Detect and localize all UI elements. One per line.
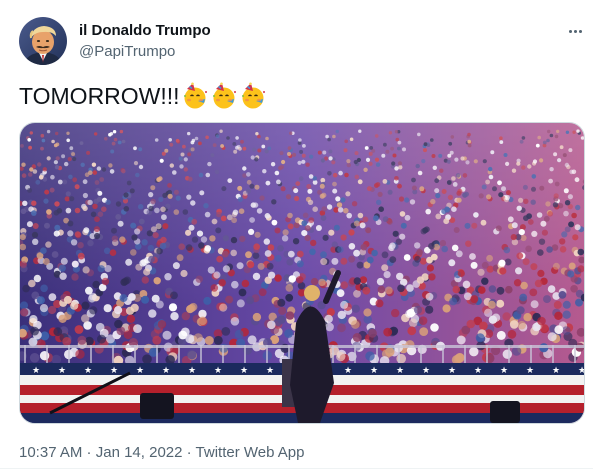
tweet-date[interactable]: Jan 14, 2022: [96, 444, 183, 461]
svg-text:★: ★: [578, 366, 585, 376]
more-horizontal-icon[interactable]: [560, 22, 590, 40]
display-name[interactable]: il Donaldo Trumpo: [79, 22, 211, 40]
more-dot: [573, 29, 577, 33]
tweet-time[interactable]: 10:37 AM: [19, 444, 82, 461]
avatar[interactable]: [19, 17, 67, 65]
svg-text:★: ★: [500, 366, 508, 376]
svg-text:★: ★: [396, 366, 404, 376]
user-names: il Donaldo Trumpo @PapiTrumpo: [79, 22, 211, 61]
svg-text:★: ★: [474, 366, 482, 376]
avatar-image: [19, 17, 67, 65]
crowd-rally-photo: ★★★★★★★★★★★★★★★★★★★★★★: [20, 123, 585, 423]
svg-text:★: ★: [32, 366, 40, 376]
svg-text:★: ★: [240, 366, 248, 376]
tweet-source[interactable]: Twitter Web App: [196, 444, 305, 461]
more-dot: [568, 29, 572, 33]
svg-text:★: ★: [370, 366, 378, 376]
partying-face-emoji-icon: [212, 82, 236, 109]
more-dot: [578, 29, 582, 33]
svg-text:★: ★: [344, 366, 352, 376]
user-handle[interactable]: @PapiTrumpo: [79, 43, 211, 61]
tweet: il Donaldo Trumpo @PapiTrumpo TOMORROW!!…: [0, 0, 593, 469]
svg-text:★: ★: [110, 366, 118, 376]
svg-text:★: ★: [422, 366, 430, 376]
tweet-metadata: 10:37 AM · Jan 14, 2022 · Twitter Web Ap…: [19, 443, 305, 463]
svg-text:★: ★: [266, 366, 274, 376]
meta-separator: ·: [182, 444, 196, 461]
svg-text:★: ★: [162, 366, 170, 376]
svg-text:★: ★: [136, 366, 144, 376]
svg-text:★: ★: [214, 366, 222, 376]
meta-separator: ·: [82, 444, 96, 461]
svg-text:★: ★: [188, 366, 196, 376]
svg-text:★: ★: [58, 366, 66, 376]
svg-text:★: ★: [552, 366, 560, 376]
partying-face-emoji-icon: [241, 82, 265, 109]
svg-text:★: ★: [84, 366, 92, 376]
svg-text:★: ★: [448, 366, 456, 376]
svg-text:★: ★: [526, 366, 534, 376]
tweet-text: TOMORROW!!!: [19, 81, 267, 111]
partying-face-emoji-icon: [183, 82, 207, 109]
tweet-text-content: TOMORROW!!!: [19, 83, 180, 109]
tweet-media-photo[interactable]: ★★★★★★★★★★★★★★★★★★★★★★: [19, 122, 585, 424]
